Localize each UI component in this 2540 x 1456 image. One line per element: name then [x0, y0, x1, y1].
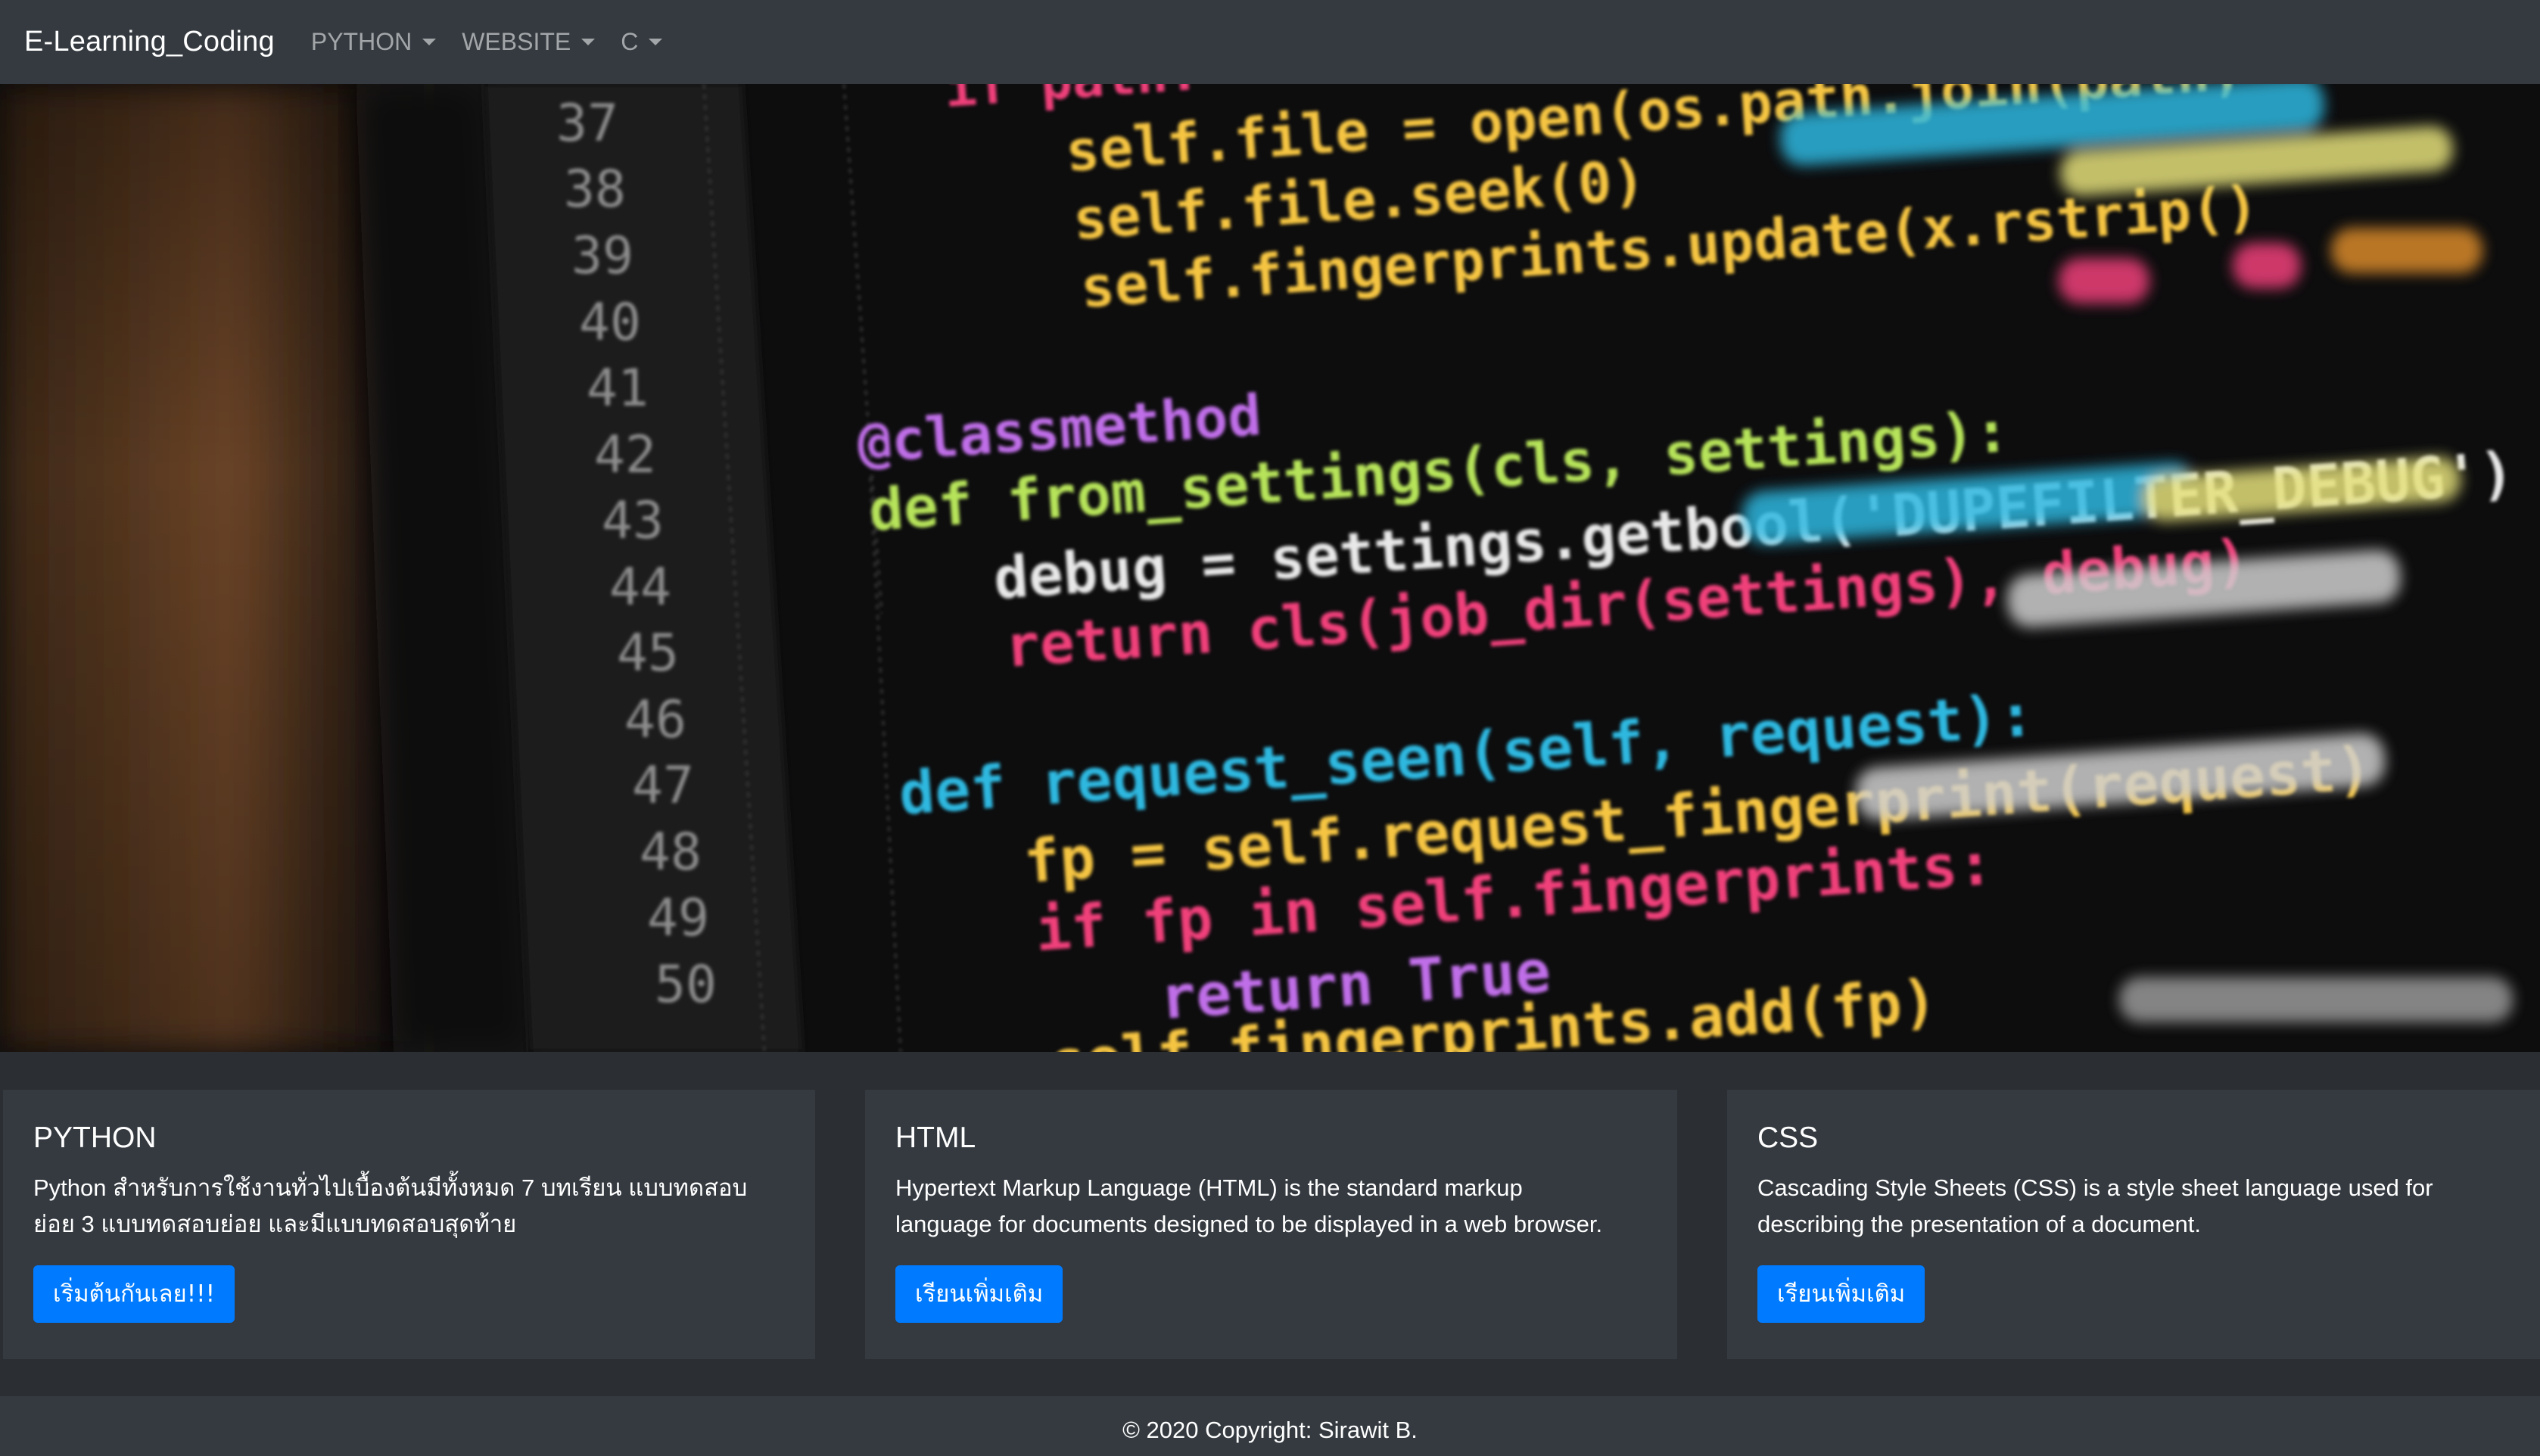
line-number: 43	[602, 491, 664, 551]
line-number: 40	[579, 293, 641, 353]
course-card-html: HTML Hypertext Markup Language (HTML) is…	[865, 1090, 1677, 1359]
card-text-line: Hypertext Markup Language (HTML) is the …	[895, 1174, 1523, 1201]
card-title: HTML	[895, 1122, 976, 1154]
line-number: 39	[571, 226, 633, 286]
nav-dropdown-python[interactable]: PYTHON	[310, 28, 437, 56]
line-number: 45	[617, 624, 679, 683]
line-number: 44	[609, 558, 671, 618]
course-card-python: PYTHON Python สำหรับการใช้งานทั่วไปเบื้อ…	[3, 1090, 815, 1359]
brand-link[interactable]: E-Learning_Coding	[24, 26, 275, 58]
learn-more-css-button[interactable]: เรียนเพิ่มเติม	[1757, 1265, 1925, 1323]
line-number: 50	[655, 955, 717, 1015]
card-text-line: describing the presentation of a documen…	[1757, 1211, 2201, 1237]
caret-down-icon	[422, 39, 437, 45]
line-number: 49	[647, 888, 709, 948]
footer: © 2020 Copyright: Sirawit B.	[0, 1396, 2540, 1456]
learn-more-html-button[interactable]: เรียนเพิ่มเติม	[895, 1265, 1063, 1323]
course-cards: PYTHON Python สำหรับการใช้งานทั่วไปเบื้อ…	[0, 1090, 2540, 1359]
line-number: 46	[624, 690, 686, 750]
card-text-line: language for documents designed to be di…	[895, 1211, 1603, 1237]
card-text-line: Python สำหรับการใช้งานทั่วไปเบื้องต้นมีท…	[33, 1174, 748, 1201]
line-number: 48	[640, 823, 702, 882]
hero-code-svg: 37 38 39 40 41 42 43 44 45 46 47 48 49 5…	[0, 84, 2540, 1052]
line-number: 38	[564, 160, 626, 219]
course-card-css: CSS Cascading Style Sheets (CSS) is a st…	[1727, 1090, 2540, 1359]
hero-code-image: 37 38 39 40 41 42 43 44 45 46 47 48 49 5…	[0, 84, 2540, 1052]
card-text-line: ย่อย 3 แบบทดสอบย่อย และมีแบบทดสอบสุดท้าย	[33, 1211, 517, 1237]
line-number: 41	[587, 359, 649, 418]
line-number: 47	[632, 756, 694, 816]
card-text: Hypertext Markup Language (HTML) is the …	[895, 1170, 1647, 1243]
copyright-text: © 2020 Copyright: Sirawit B.	[1122, 1416, 1418, 1443]
caret-down-icon	[581, 39, 596, 45]
nav-dropdown-c[interactable]: C	[621, 28, 663, 56]
card-text: Cascading Style Sheets (CSS) is a style …	[1757, 1170, 2510, 1243]
line-number: 42	[594, 425, 656, 485]
nav-dropdown-website[interactable]: WEBSITE	[462, 28, 596, 56]
nav-dropdown-label: PYTHON	[310, 28, 412, 55]
card-text-line: Cascading Style Sheets (CSS) is a style …	[1757, 1174, 2433, 1201]
card-title: CSS	[1757, 1122, 1819, 1154]
start-python-button[interactable]: เริ่มต้นกันเลย!!!	[33, 1265, 235, 1323]
card-title: PYTHON	[33, 1122, 157, 1154]
navbar: E-Learning_Coding PYTHON WEBSITE C	[0, 0, 2540, 84]
nav-dropdown-label: C	[621, 28, 639, 55]
caret-down-icon	[649, 39, 663, 45]
line-number: 37	[556, 94, 618, 154]
card-text: Python สำหรับการใช้งานทั่วไปเบื้องต้นมีท…	[33, 1170, 785, 1243]
nav-dropdown-label: WEBSITE	[462, 28, 571, 55]
